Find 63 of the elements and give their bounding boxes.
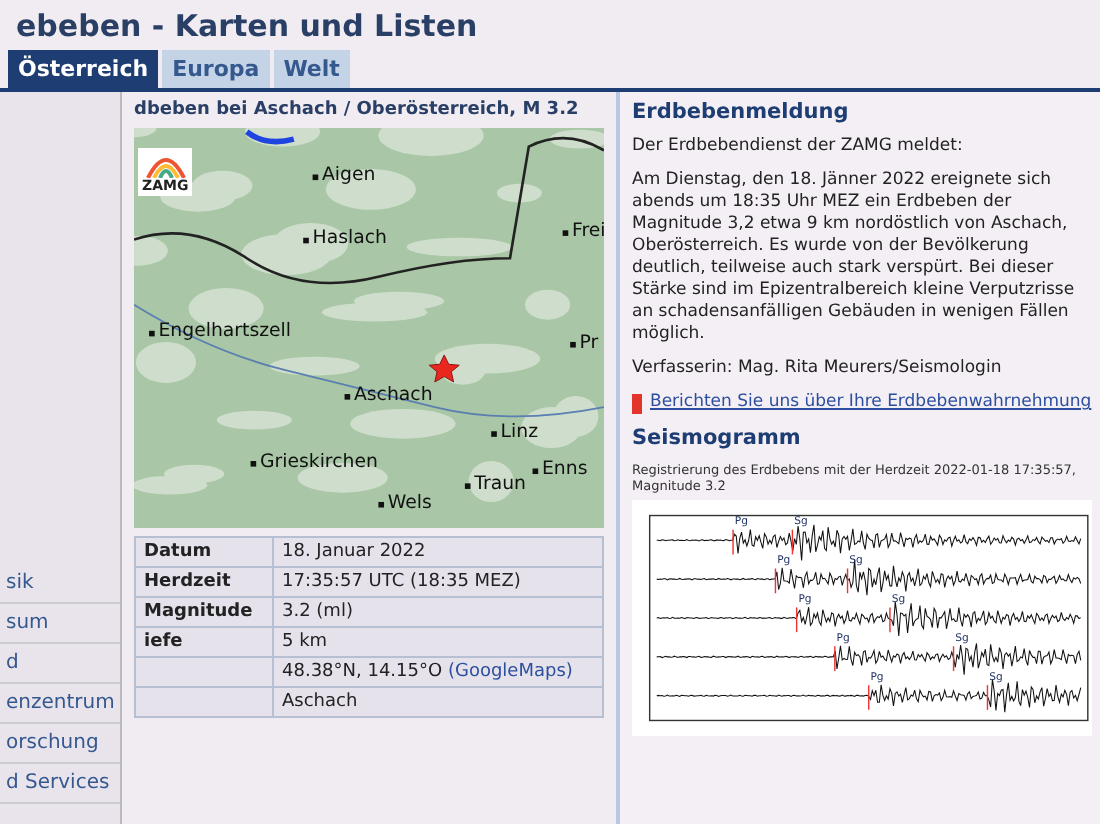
pick-line — [986, 683, 989, 710]
place-marker-icon — [532, 468, 539, 475]
report-title: Erdbebenmeldung — [632, 100, 851, 128]
event-heading: dbeben bei Aschach / Oberösterreich, M 3.2 — [134, 98, 581, 124]
report-body: Am Dienstag, den 18. Jänner 2022 ereignete sich abends um 18:35 Uhr MEZ ein Erdbeben der Magnitude 3,2 etwa 9 km nordöstlich von Aschach, Oberösterreich. Es wurde von der Bevölkerung deutlich, teilweise auch stark verspürt. Bei dieser Stärke sind im Epizentralbereich kleine Verputzrisse an schadensanfälligen Gebäuden in wenigen Fällen möglich. — [632, 169, 1077, 347]
report-marker-icon — [632, 393, 642, 414]
place-marker-icon — [562, 230, 569, 236]
place-marker-icon — [312, 174, 319, 181]
pick-line — [889, 606, 891, 633]
epicenter-star-icon — [428, 354, 460, 383]
pick-line — [774, 567, 777, 594]
pick-line — [952, 644, 955, 672]
page-title: ebeben - Karten und Listen — [14, 6, 480, 48]
place-marker-icon — [149, 330, 155, 337]
detail-value: 3.2 (ml) — [273, 597, 603, 627]
detail-value: Aschach — [273, 687, 603, 717]
report-author: Verfasserin: Mag. Rita Meurers/Seismologin — [632, 358, 1004, 381]
place-marker-icon — [464, 483, 471, 489]
region-tab[interactable]: Europa — [162, 50, 270, 88]
seismogram-title: Seismogramm — [632, 426, 803, 454]
pick-line — [732, 528, 734, 555]
sidebar-item[interactable]: d Services — [0, 764, 120, 804]
place-marker-icon — [378, 501, 385, 508]
detail-label: Herdzeit — [135, 567, 273, 597]
sidebar-item[interactable]: d — [0, 644, 120, 684]
place-label: Aigen — [322, 164, 376, 187]
place-marker-icon — [570, 341, 576, 348]
report-link[interactable]: Berichten Sie uns über Ihre Erdbebenwahrnehmung — [650, 392, 1092, 415]
place-label: Haslach — [312, 227, 387, 250]
place-marker-icon — [303, 237, 309, 244]
place-marker-icon — [344, 394, 351, 400]
place-label: Traun — [474, 473, 527, 495]
place-label: Pr — [579, 331, 599, 354]
detail-label: Magnitude — [135, 597, 273, 627]
region-tab[interactable]: Welt — [273, 50, 350, 88]
place-label: Linz — [500, 420, 539, 443]
detail-label: Datum — [135, 537, 273, 567]
detail-value: 17:35:57 UTC (18:35 MEZ) — [273, 567, 603, 597]
pick-line — [868, 683, 870, 710]
place-label: Enns — [541, 458, 588, 480]
place-label: Aschach — [353, 383, 433, 406]
detail-value: 5 km — [273, 627, 603, 657]
map-link[interactable]: (GoogleMaps) — [447, 662, 573, 682]
river-line — [245, 129, 295, 145]
place-marker-icon — [250, 461, 257, 467]
detail-value: 48.38°N, 14.15°O (GoogleMaps) — [273, 657, 603, 687]
sidebar-item[interactable]: sik — [0, 564, 120, 604]
detail-value: 18. Januar 2022 — [273, 537, 603, 567]
region-tab[interactable]: Österreich — [8, 50, 159, 88]
place-label: Wels — [387, 491, 432, 514]
detail-label: iefe — [135, 627, 273, 657]
pick-line — [795, 606, 798, 633]
pick-line — [791, 528, 794, 555]
sidebar-item[interactable]: sum — [0, 604, 120, 644]
place-label: Grieskirchen — [259, 450, 378, 473]
report-intro: Der Erdbebendienst der ZAMG meldet: — [632, 135, 965, 158]
place-label: Frei — [572, 220, 604, 242]
sidebar-item[interactable]: enzentrum — [0, 684, 120, 724]
place-label: Engelhartszell — [158, 320, 292, 343]
pick-line — [834, 644, 836, 672]
place-marker-icon — [491, 431, 497, 437]
sidebar-item[interactable]: orschung — [0, 724, 120, 764]
pick-line — [846, 567, 849, 594]
